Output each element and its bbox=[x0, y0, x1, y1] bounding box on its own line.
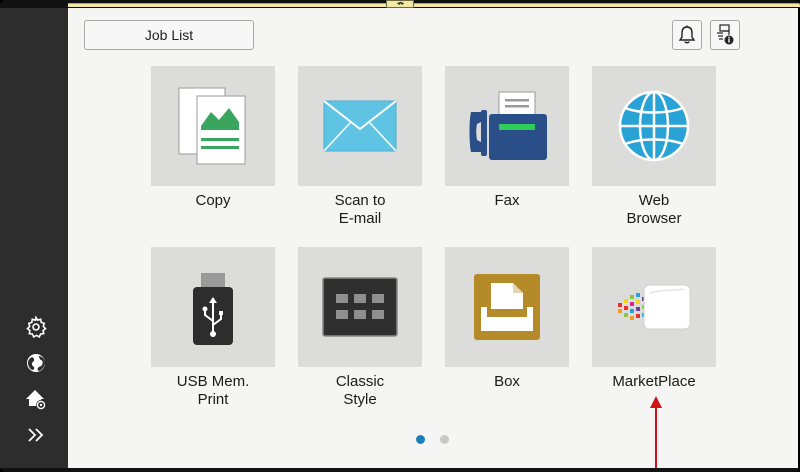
app-tile-box bbox=[151, 247, 275, 367]
bottom-bezel bbox=[0, 468, 800, 472]
page-dot-2[interactable] bbox=[440, 435, 449, 444]
usb-icon bbox=[191, 271, 235, 352]
fax-icon bbox=[467, 90, 549, 167]
globe-language-icon[interactable] bbox=[24, 351, 48, 375]
globe-icon bbox=[616, 88, 692, 169]
app-tile-box bbox=[592, 66, 716, 186]
app-box[interactable]: Box bbox=[445, 247, 569, 391]
device-info-button[interactable] bbox=[710, 20, 740, 50]
expand-chevrons-icon[interactable] bbox=[24, 423, 48, 447]
app-tile-box bbox=[298, 247, 422, 367]
device-panel: ◂•▸ Job List Copy Scan to E-mail Fax Web… bbox=[0, 0, 800, 472]
settings-gear-icon[interactable] bbox=[24, 315, 48, 339]
bell-icon bbox=[673, 25, 701, 53]
app-label: MarketPlace bbox=[612, 373, 696, 390]
page-dot-1-active[interactable] bbox=[416, 435, 425, 444]
box-icon bbox=[473, 273, 541, 346]
app-fax[interactable]: Fax bbox=[445, 66, 569, 210]
app-copy[interactable]: Copy bbox=[151, 66, 275, 210]
top-notification-strip bbox=[68, 3, 800, 7]
job-list-button[interactable]: Job List bbox=[84, 20, 254, 50]
app-tile-box bbox=[151, 66, 275, 186]
app-label: Fax bbox=[494, 192, 520, 209]
app-tile-box bbox=[298, 66, 422, 186]
app-marketplace[interactable]: MarketPlace bbox=[592, 247, 716, 391]
app-scan-to-email[interactable]: Scan to E-mail bbox=[298, 66, 422, 228]
keypad-icon bbox=[322, 277, 398, 342]
app-tile-box bbox=[445, 247, 569, 367]
app-label: Scan to E-mail bbox=[334, 192, 386, 227]
app-label: Web Browser bbox=[626, 192, 682, 227]
app-web-browser[interactable]: Web Browser bbox=[592, 66, 716, 228]
app-usb-mem-print[interactable]: USB Mem. Print bbox=[151, 247, 275, 409]
envelope-icon bbox=[322, 99, 398, 158]
app-label: Box bbox=[494, 373, 520, 390]
app-label: Classic Style bbox=[335, 373, 385, 408]
notification-button[interactable] bbox=[672, 20, 702, 50]
home-screen: Job List Copy Scan to E-mail Fax Web Bro… bbox=[68, 8, 798, 468]
app-label: USB Mem. Print bbox=[176, 373, 250, 408]
copy-icon bbox=[177, 86, 249, 171]
annotation-arrow-icon bbox=[650, 396, 662, 468]
app-tile-box bbox=[445, 66, 569, 186]
app-classic-style[interactable]: Classic Style bbox=[298, 247, 422, 409]
home-settings-icon[interactable] bbox=[24, 387, 48, 411]
marketplace-icon bbox=[614, 279, 694, 340]
app-tile-box bbox=[592, 247, 716, 367]
sidebar bbox=[0, 8, 68, 468]
device-info-icon bbox=[711, 24, 739, 53]
pull-down-handle[interactable]: ◂•▸ bbox=[386, 0, 414, 8]
app-label: Copy bbox=[195, 192, 231, 209]
